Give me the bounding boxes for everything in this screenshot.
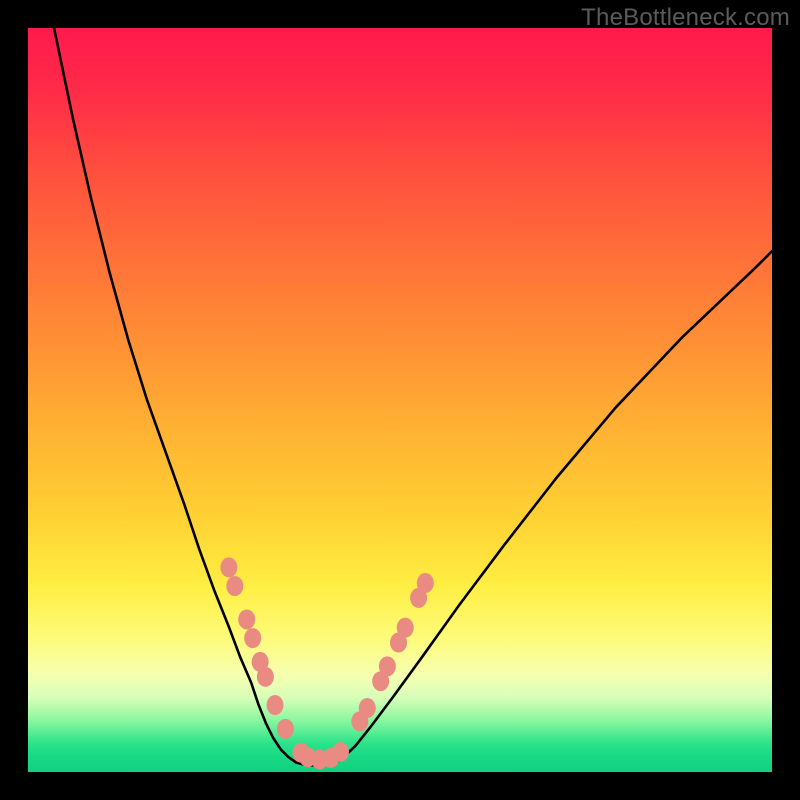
data-marker	[277, 719, 294, 739]
data-marker	[244, 628, 261, 648]
data-marker	[226, 576, 243, 596]
curve-markers	[220, 557, 433, 769]
data-marker	[379, 656, 396, 676]
curve-lines	[54, 28, 772, 765]
data-marker	[257, 667, 274, 687]
curve-right-branch	[340, 251, 772, 760]
data-marker	[359, 698, 376, 718]
chart-frame: TheBottleneck.com	[0, 0, 800, 800]
plot-area	[28, 28, 772, 772]
data-marker	[238, 609, 255, 629]
chart-svg	[28, 28, 772, 772]
data-marker	[267, 695, 284, 715]
data-marker	[332, 742, 349, 762]
data-marker	[397, 618, 414, 638]
data-marker	[417, 573, 434, 593]
data-marker	[220, 557, 237, 577]
